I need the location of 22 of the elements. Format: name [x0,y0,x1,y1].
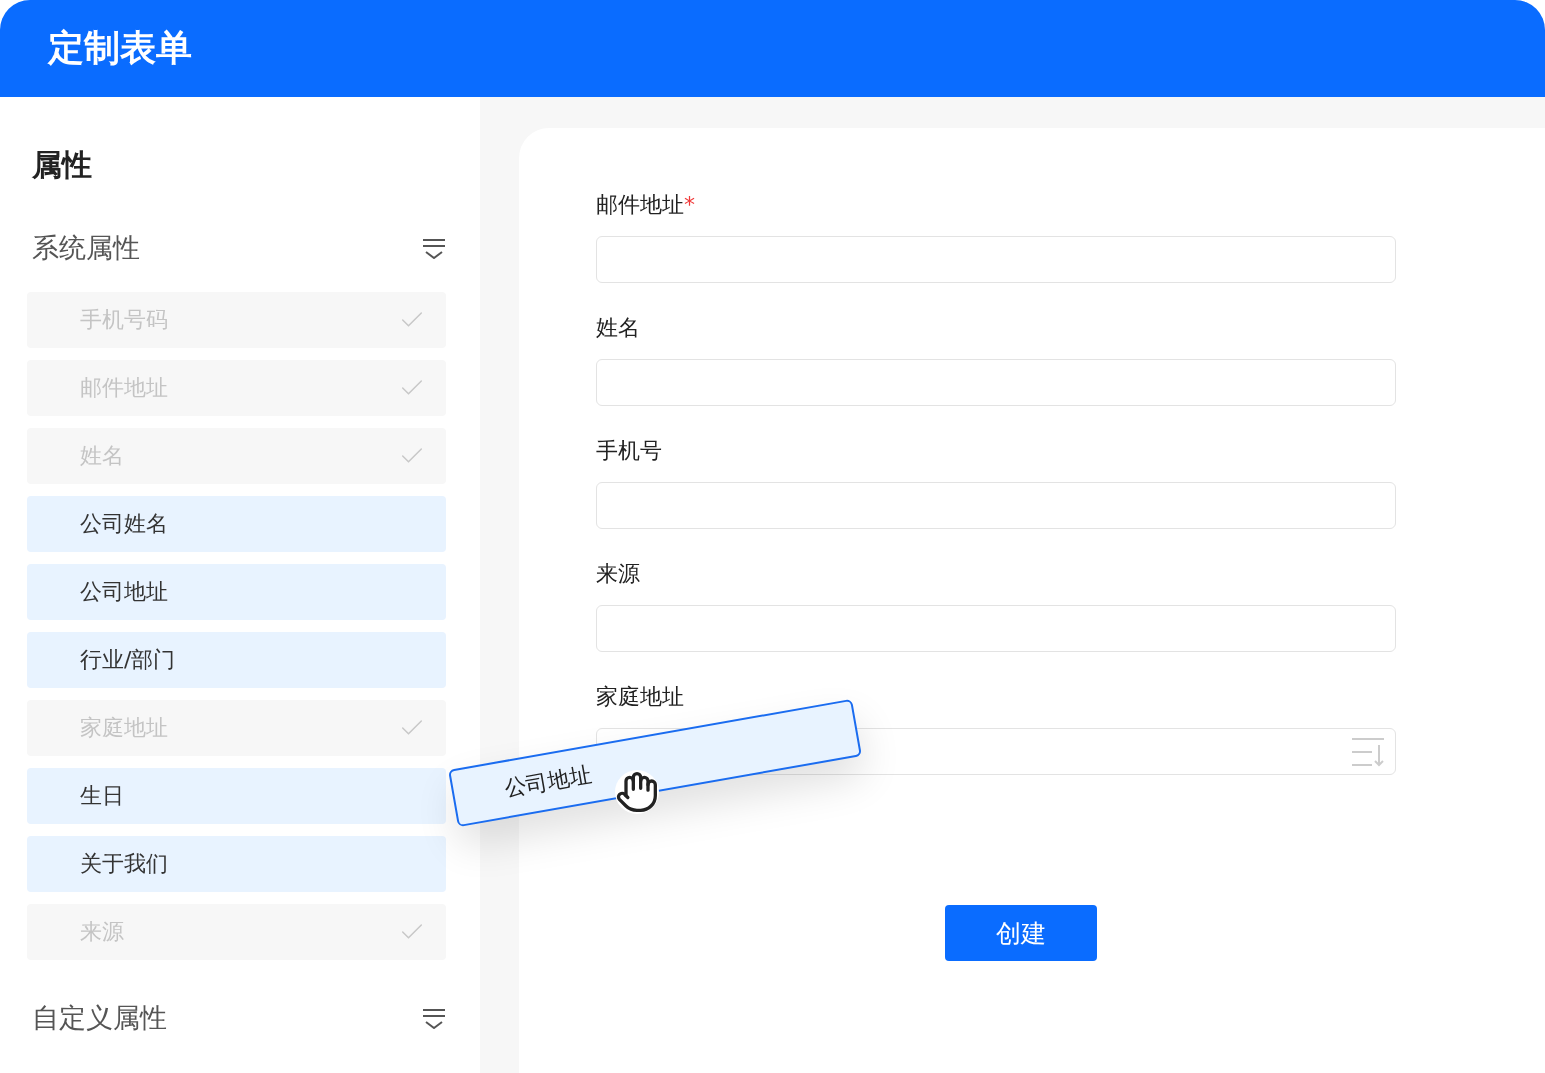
field-label: 邮件地址* [596,191,695,219]
collapse-icon[interactable] [422,237,446,259]
attribute-item[interactable]: 行业/部门 [27,632,446,688]
field-label: 来源 [596,560,640,588]
field-label: 手机号 [596,437,662,465]
section-title: 系统属性 [32,231,140,265]
sidebar-title: 属性 [31,146,93,184]
attribute-item[interactable]: 公司地址 [27,564,446,620]
page-title: 定制表单 [48,26,192,70]
input-field[interactable] [596,236,1396,283]
attribute-item[interactable]: 关于我们 [27,836,446,892]
field-label: 姓名 [596,314,640,342]
section-title: 自定义属性 [32,1001,167,1035]
input-field[interactable] [596,482,1396,529]
attribute-item[interactable]: 公司姓名 [27,496,446,552]
input-field[interactable] [596,359,1396,406]
input-field[interactable] [596,605,1396,652]
field-label: 家庭地址 [596,683,684,711]
create-button[interactable]: 创建 [945,905,1097,961]
list-icon [1351,736,1385,767]
attribute-item[interactable]: 生日 [27,768,446,824]
collapse-icon[interactable] [422,1007,446,1029]
